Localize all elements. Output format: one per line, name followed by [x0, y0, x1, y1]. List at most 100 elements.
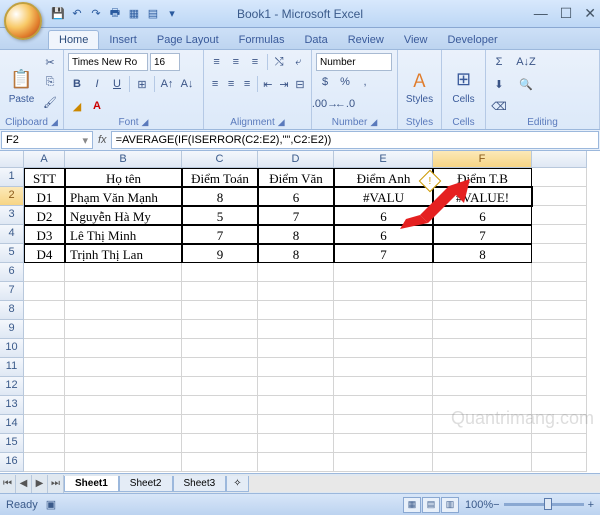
cell[interactable] — [182, 377, 258, 396]
table-cell[interactable]: D3 — [24, 225, 65, 244]
row-header[interactable]: 2 — [0, 187, 24, 206]
table-cell[interactable]: Nguyễn Hà My — [65, 206, 182, 225]
sheet-nav-prev-icon[interactable]: ◀ — [16, 475, 32, 493]
find-icon[interactable]: 🔍 — [510, 75, 542, 93]
cell[interactable] — [334, 320, 433, 339]
cell[interactable] — [334, 282, 433, 301]
qat-icon2[interactable]: ▤ — [145, 6, 161, 22]
cell[interactable] — [334, 396, 433, 415]
column-header[interactable]: C — [182, 151, 258, 168]
cell[interactable] — [182, 339, 258, 358]
row-header[interactable]: 13 — [0, 396, 24, 415]
tab-view[interactable]: View — [394, 31, 438, 49]
cell[interactable] — [532, 453, 587, 472]
sheet-tab-1[interactable]: Sheet1 — [64, 476, 119, 492]
cell[interactable] — [258, 377, 334, 396]
cell[interactable] — [258, 339, 334, 358]
row-header[interactable]: 15 — [0, 434, 24, 453]
table-cell[interactable]: 6 — [433, 206, 532, 225]
cell[interactable] — [24, 263, 65, 282]
zoom-out-button[interactable]: − — [493, 499, 499, 511]
table-header-cell[interactable]: STT — [24, 168, 65, 187]
cell[interactable] — [532, 339, 587, 358]
wrap-text-icon[interactable]: ⤶ — [290, 53, 307, 71]
cell[interactable] — [65, 434, 182, 453]
table-cell[interactable]: 7 — [433, 225, 532, 244]
row-header[interactable]: 8 — [0, 301, 24, 320]
maximize-button[interactable]: ☐ — [560, 5, 573, 22]
table-cell[interactable]: 5 — [182, 206, 258, 225]
cell[interactable] — [258, 453, 334, 472]
table-cell[interactable]: 8 — [258, 225, 334, 244]
cell[interactable] — [532, 187, 587, 206]
cell[interactable] — [334, 434, 433, 453]
row-header[interactable]: 9 — [0, 320, 24, 339]
table-cell[interactable]: 8 — [433, 244, 532, 263]
cell[interactable] — [65, 339, 182, 358]
table-cell[interactable]: #VALU — [334, 187, 433, 206]
horizontal-scrollbar[interactable] — [249, 476, 600, 492]
table-cell[interactable]: Trịnh Thị Lan — [65, 244, 182, 263]
cell[interactable] — [24, 434, 65, 453]
align-middle-icon[interactable]: ≡ — [227, 53, 244, 71]
cell[interactable] — [334, 358, 433, 377]
table-header-cell[interactable]: Điểm Anh — [334, 168, 433, 187]
fill-color-button[interactable]: ◢ — [68, 97, 86, 115]
cell[interactable] — [24, 377, 65, 396]
cell[interactable] — [532, 301, 587, 320]
cell[interactable] — [182, 396, 258, 415]
number-format-combo[interactable] — [316, 53, 392, 71]
cell[interactable] — [433, 320, 532, 339]
border-button[interactable]: ⊞ — [133, 75, 151, 93]
cell[interactable] — [433, 453, 532, 472]
row-header[interactable]: 12 — [0, 377, 24, 396]
formula-input[interactable] — [111, 131, 599, 149]
table-header-cell[interactable]: Điểm Toán — [182, 168, 258, 187]
cell[interactable] — [532, 206, 587, 225]
cell[interactable] — [182, 320, 258, 339]
cell[interactable] — [433, 282, 532, 301]
undo-icon[interactable]: ↶ — [69, 6, 85, 22]
minimize-button[interactable]: — — [534, 5, 548, 22]
row-header[interactable]: 16 — [0, 453, 24, 472]
font-color-button[interactable]: A — [88, 97, 106, 115]
cell[interactable] — [433, 301, 532, 320]
cell[interactable] — [65, 453, 182, 472]
cell[interactable] — [258, 320, 334, 339]
print-icon[interactable]: 🖶 — [107, 6, 123, 22]
cells-button[interactable]: ⊞ Cells — [446, 53, 481, 117]
cell[interactable] — [334, 453, 433, 472]
new-sheet-button[interactable]: ✧ — [226, 476, 248, 492]
underline-button[interactable]: U — [108, 75, 126, 93]
zoom-level[interactable]: 100% — [465, 499, 493, 511]
column-header[interactable]: B — [65, 151, 182, 168]
cell[interactable] — [532, 377, 587, 396]
cell[interactable] — [258, 415, 334, 434]
decrease-indent-icon[interactable]: ⇤ — [261, 75, 275, 93]
close-button[interactable]: ✕ — [584, 5, 596, 22]
row-header[interactable]: 4 — [0, 225, 24, 244]
cut-icon[interactable]: ✂ — [41, 53, 59, 71]
table-header-cell[interactable]: Điểm Văn — [258, 168, 334, 187]
row-header[interactable]: 1 — [0, 168, 24, 187]
clear-icon[interactable]: ⌫ — [490, 97, 508, 115]
styles-button[interactable]: Ａ Styles — [402, 53, 437, 117]
cell[interactable] — [433, 434, 532, 453]
redo-icon[interactable]: ↷ — [88, 6, 104, 22]
select-all-corner[interactable] — [0, 151, 24, 168]
tab-developer[interactable]: Developer — [437, 31, 507, 49]
cell[interactable] — [258, 434, 334, 453]
macro-record-icon[interactable]: ▣ — [46, 498, 56, 511]
fill-icon[interactable]: ⬇ — [490, 75, 508, 93]
cell[interactable] — [65, 415, 182, 434]
font-name-combo[interactable] — [68, 53, 148, 71]
page-break-view-icon[interactable]: ▥ — [441, 497, 459, 513]
cell[interactable] — [24, 415, 65, 434]
normal-view-icon[interactable]: ▦ — [403, 497, 421, 513]
selected-cell[interactable]: #VALUE! — [433, 187, 532, 206]
table-cell[interactable]: 6 — [258, 187, 334, 206]
table-header-cell[interactable]: Họ tên — [65, 168, 182, 187]
sheet-nav-next-icon[interactable]: ▶ — [32, 475, 48, 493]
cell[interactable] — [182, 453, 258, 472]
italic-button[interactable]: I — [88, 75, 106, 93]
